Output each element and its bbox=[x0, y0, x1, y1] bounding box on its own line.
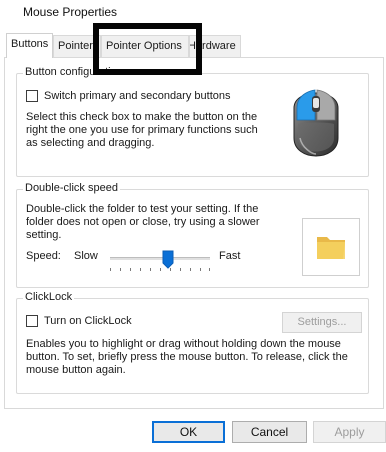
button-config-desc-line: as selecting and dragging. bbox=[26, 137, 155, 149]
double-click-description: Double-click the folder to test your set… bbox=[26, 203, 260, 242]
clicklock-row[interactable]: Turn on ClickLock bbox=[26, 315, 132, 327]
clicklock-legend: ClickLock bbox=[23, 291, 75, 303]
window-title: Mouse Properties bbox=[23, 5, 118, 19]
switch-buttons-label: Switch primary and secondary buttons bbox=[44, 90, 231, 102]
tab-buttons[interactable]: Buttons bbox=[6, 33, 53, 58]
apply-button[interactable]: Apply bbox=[313, 421, 386, 443]
slider-tick bbox=[140, 268, 141, 271]
clicklock-description: Enables you to highlight or drag without… bbox=[26, 338, 348, 377]
slider-tick bbox=[209, 268, 210, 271]
clicklock-checkbox[interactable] bbox=[26, 315, 38, 327]
mouse-icon bbox=[293, 89, 339, 157]
fast-label: Fast bbox=[219, 250, 241, 262]
slider-tick bbox=[160, 268, 161, 271]
tab-buttons-label: Buttons bbox=[11, 38, 49, 50]
slider-tick bbox=[180, 268, 181, 271]
double-click-desc-line: Double-click the folder to test your set… bbox=[26, 203, 259, 215]
button-config-desc-line: Select this check box to make the button… bbox=[26, 111, 258, 123]
double-click-desc-line: folder does not open or close, try using… bbox=[26, 216, 260, 228]
clicklock-settings-button[interactable]: Settings... bbox=[282, 312, 362, 333]
slider-tick bbox=[200, 268, 201, 271]
clicklock-desc-line: mouse button again. bbox=[26, 364, 126, 376]
switch-buttons-row[interactable]: Switch primary and secondary buttons bbox=[26, 90, 230, 102]
slider-tick bbox=[120, 268, 121, 271]
slider-tick bbox=[110, 268, 111, 271]
clicklock-desc-line: Enables you to highlight or drag without… bbox=[26, 338, 341, 350]
double-click-speed-legend: Double-click speed bbox=[23, 182, 120, 194]
slider-tick bbox=[190, 268, 191, 271]
double-click-speed-slider-thumb[interactable] bbox=[162, 250, 174, 269]
slider-tick bbox=[130, 268, 131, 271]
highlight-box bbox=[93, 23, 202, 75]
mouse-preview bbox=[266, 78, 366, 173]
button-config-desc-line: right the one you use for primary functi… bbox=[26, 124, 258, 136]
test-folder-area[interactable] bbox=[302, 218, 360, 276]
button-configuration-description: Select this check box to make the button… bbox=[26, 111, 258, 150]
title-bar: Mouse Properties bbox=[0, 0, 386, 24]
double-click-speed-slider-track[interactable] bbox=[110, 257, 210, 260]
speed-label: Speed: bbox=[26, 250, 61, 262]
switch-buttons-checkbox[interactable] bbox=[26, 90, 38, 102]
folder-icon bbox=[317, 237, 345, 259]
slider-tick bbox=[150, 268, 151, 271]
clicklock-desc-line: button. To set, briefly press the mouse … bbox=[26, 351, 348, 363]
cancel-button[interactable]: Cancel bbox=[232, 421, 307, 443]
double-click-desc-line: setting. bbox=[26, 229, 62, 241]
slow-label: Slow bbox=[74, 250, 98, 262]
clicklock-label: Turn on ClickLock bbox=[44, 315, 132, 327]
ok-button[interactable]: OK bbox=[152, 421, 225, 443]
